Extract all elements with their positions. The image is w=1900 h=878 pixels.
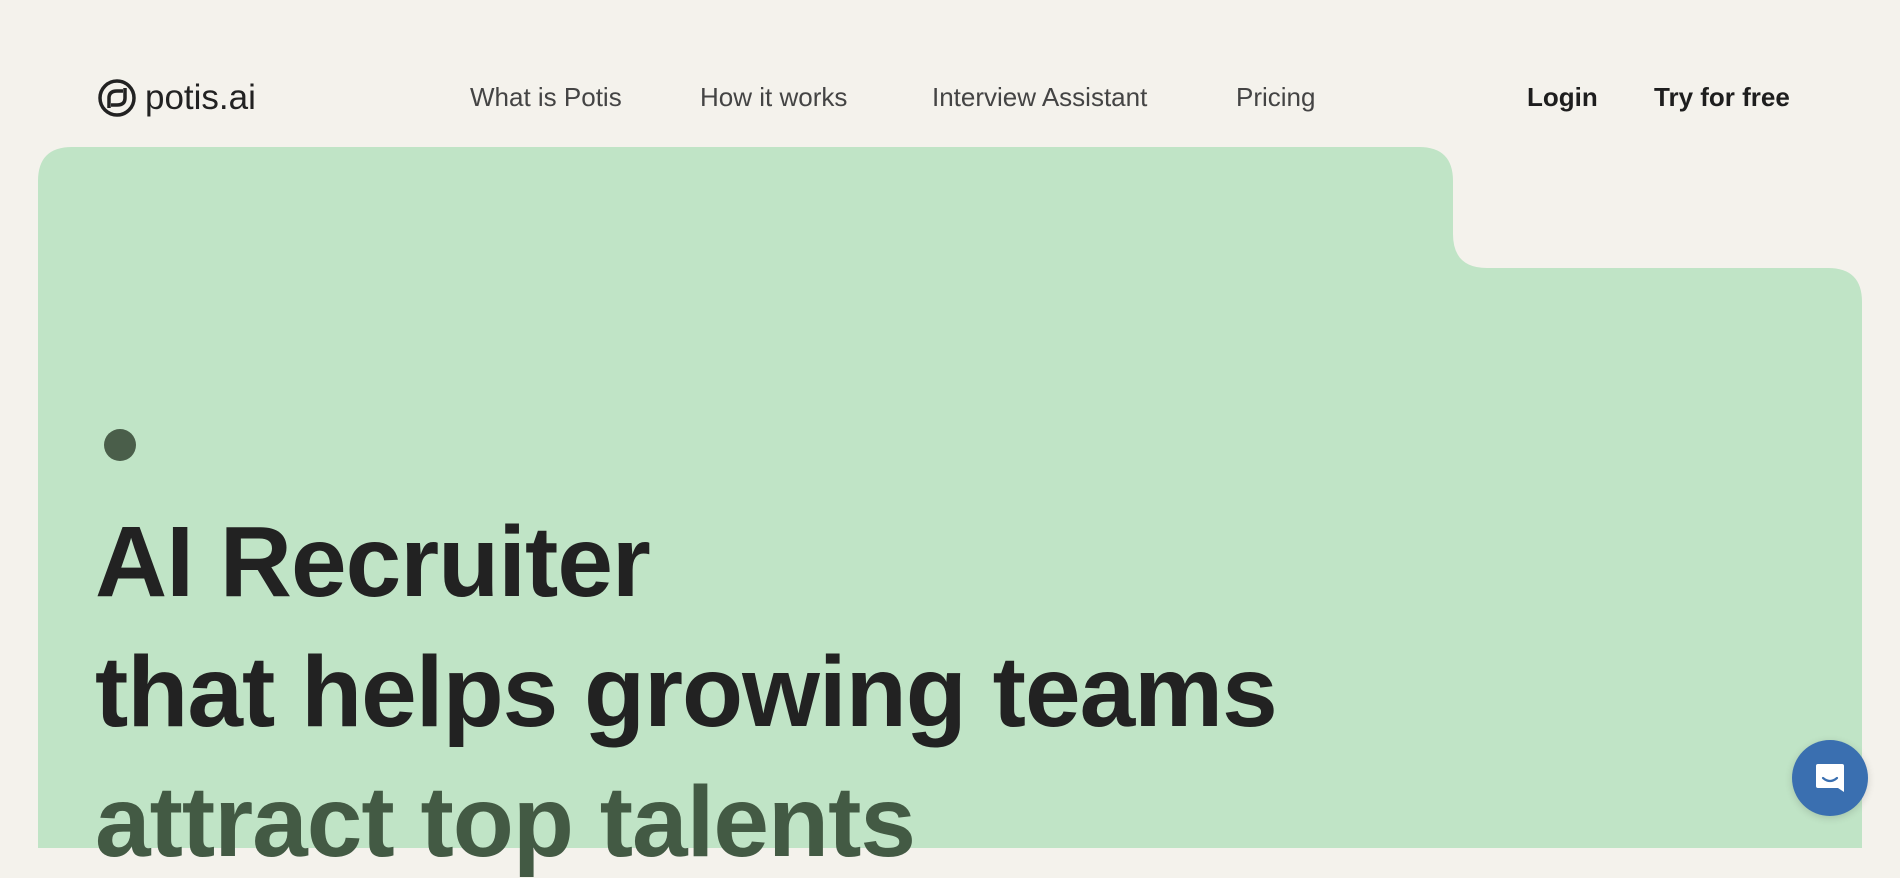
nav-how-it-works[interactable]: How it works — [700, 82, 847, 113]
nav-pricing[interactable]: Pricing — [1236, 82, 1315, 113]
chat-bubble-icon — [1816, 764, 1844, 792]
hero-dot — [104, 429, 136, 461]
nav-what-is-potis[interactable]: What is Potis — [470, 82, 622, 113]
chat-launcher-button[interactable] — [1792, 740, 1868, 816]
potis-logo-icon — [98, 79, 136, 117]
nav-interview-assistant[interactable]: Interview Assistant — [932, 82, 1147, 113]
hero-title-line3: attract top talents — [95, 766, 916, 878]
login-link[interactable]: Login — [1527, 82, 1598, 113]
hero-title-line1: AI Recruiter — [95, 506, 651, 618]
hero-title-line2: that helps growing teams — [95, 636, 1278, 748]
logo[interactable]: potis.ai — [97, 78, 256, 118]
brand-name: potis.ai — [145, 78, 256, 117]
try-for-free-button[interactable]: Try for free — [1654, 82, 1790, 113]
